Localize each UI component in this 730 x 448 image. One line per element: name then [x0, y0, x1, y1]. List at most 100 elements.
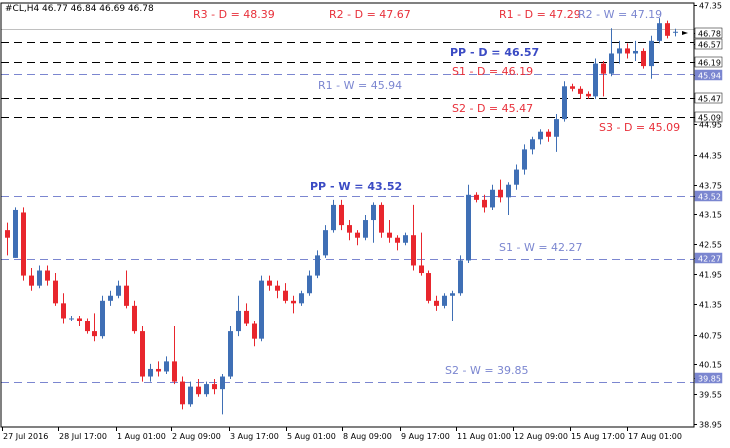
x-tick-label: 15 Aug 17:00 — [571, 432, 625, 441]
level-label: R3 - D = 48.39 — [193, 8, 275, 21]
candle-body — [625, 48, 630, 54]
candle-body — [212, 384, 217, 390]
x-tick-label: 1 Aug 01:00 — [117, 432, 166, 441]
candle-body — [482, 199, 487, 208]
candle-body — [259, 280, 264, 339]
candle-body — [132, 305, 137, 332]
x-tick-label: 28 Jul 17:00 — [59, 432, 107, 441]
price-badge-label: 43.52 — [698, 193, 721, 202]
candle-body — [299, 293, 304, 304]
candlestick-chart: R3 - D = 48.39 R2 - D = 47.67 R1 - D = 47.… — [0, 0, 730, 444]
y-tick-label: 43.15 — [699, 211, 722, 220]
candle-body — [657, 23, 662, 41]
candle-body — [92, 331, 97, 337]
level-label: PP - D = 46.57 — [450, 46, 539, 59]
candle-body — [434, 300, 439, 306]
candle-body — [148, 368, 153, 377]
candle-body — [530, 139, 535, 150]
y-tick-label: 38.95 — [699, 421, 722, 430]
candle-body — [29, 275, 34, 286]
level-label: R1 - W = 45.94 — [318, 79, 402, 92]
candle-body — [108, 295, 113, 301]
candle-body — [283, 290, 288, 301]
candle-body — [673, 31, 678, 33]
candle-body — [593, 63, 598, 97]
candle-body — [403, 235, 408, 243]
candle-body — [442, 295, 447, 306]
candle-body — [37, 270, 42, 286]
level-label: S1 - W = 42.27 — [499, 241, 583, 254]
symbol-info: #CL,H4 46.77 46.84 46.69 46.78 — [5, 4, 154, 14]
y-tick-label: 40.75 — [699, 332, 722, 341]
candle-body — [13, 209, 18, 258]
x-tick-label: 8 Aug 09:00 — [343, 432, 392, 441]
y-tick-label: 47.35 — [699, 2, 722, 11]
level-label: S3 - D = 45.09 — [599, 121, 680, 134]
price-badge-label: 46.78 — [698, 30, 721, 39]
candle-body — [514, 169, 519, 185]
candle-body — [562, 86, 567, 120]
candle-body — [522, 149, 527, 170]
x-tick-label: 27 Jul 2016 — [3, 432, 48, 441]
level-label: R2 - W = 47.19 — [578, 8, 662, 21]
candle-body — [77, 318, 82, 321]
candle-body — [5, 230, 10, 238]
price-badge-label: 39.85 — [698, 375, 721, 384]
level-label: PP - W = 43.52 — [310, 180, 402, 193]
candle-body — [426, 273, 431, 301]
level-label: R1 - D = 47.29 — [499, 8, 581, 21]
candle-body — [100, 300, 105, 337]
candle-body — [156, 368, 161, 372]
y-tick-label: 43.75 — [699, 182, 722, 191]
price-badge-label: 46.57 — [698, 41, 721, 50]
y-tick-label: 42.55 — [699, 241, 722, 250]
x-tick-label: 11 Aug 01:00 — [457, 432, 511, 441]
candle-body — [387, 232, 392, 238]
candle-body — [395, 237, 400, 243]
candle-body — [244, 310, 249, 324]
candle-body — [649, 40, 654, 67]
candle-body — [546, 131, 551, 137]
y-tick-label: 39.55 — [699, 391, 722, 400]
y-tick-label: 40.15 — [699, 361, 722, 370]
candle-body — [164, 361, 169, 372]
candle-body — [267, 280, 272, 286]
candle-body — [617, 48, 622, 54]
x-tick-label: 2 Aug 09:00 — [172, 432, 221, 441]
candle-body — [275, 285, 280, 291]
candle-body — [180, 381, 185, 405]
candle-body — [228, 331, 233, 377]
candle-body — [252, 323, 257, 339]
x-tick-label: 17 Aug 01:00 — [628, 432, 682, 441]
price-badge-label: 46.19 — [698, 59, 721, 68]
candle-body — [172, 361, 177, 382]
y-tick-label: 41.35 — [699, 301, 722, 310]
candle-body — [586, 93, 591, 97]
candle-body — [45, 270, 50, 281]
candle-body — [458, 260, 463, 294]
candle-body — [498, 189, 503, 198]
x-tick-label: 9 Aug 17:00 — [401, 432, 450, 441]
candle-body — [490, 189, 495, 208]
y-tick-label: 41.95 — [699, 271, 722, 280]
candle-body — [379, 204, 384, 233]
candle-body — [450, 293, 455, 296]
level-label: S1 - D = 46.19 — [452, 65, 533, 78]
y-tick-label: 44.95 — [699, 121, 722, 130]
candle-body — [204, 384, 209, 395]
candle-body — [665, 23, 670, 36]
candle-body — [411, 235, 416, 266]
candle-body — [371, 204, 376, 221]
candle-body — [323, 230, 328, 256]
chart-container: R3 - D = 48.39 R2 - D = 47.67 R1 - D = 47.… — [0, 0, 730, 444]
candle-body — [116, 285, 121, 296]
candle-body — [21, 212, 26, 276]
candle-body — [69, 318, 74, 320]
price-badge-label: 45.94 — [698, 72, 721, 81]
candle-body — [188, 386, 193, 405]
candle-body — [609, 53, 614, 74]
candle-body — [506, 184, 511, 198]
candle-body — [347, 225, 352, 233]
candle-body — [633, 50, 638, 54]
level-label: R2 - D = 47.67 — [329, 8, 411, 21]
